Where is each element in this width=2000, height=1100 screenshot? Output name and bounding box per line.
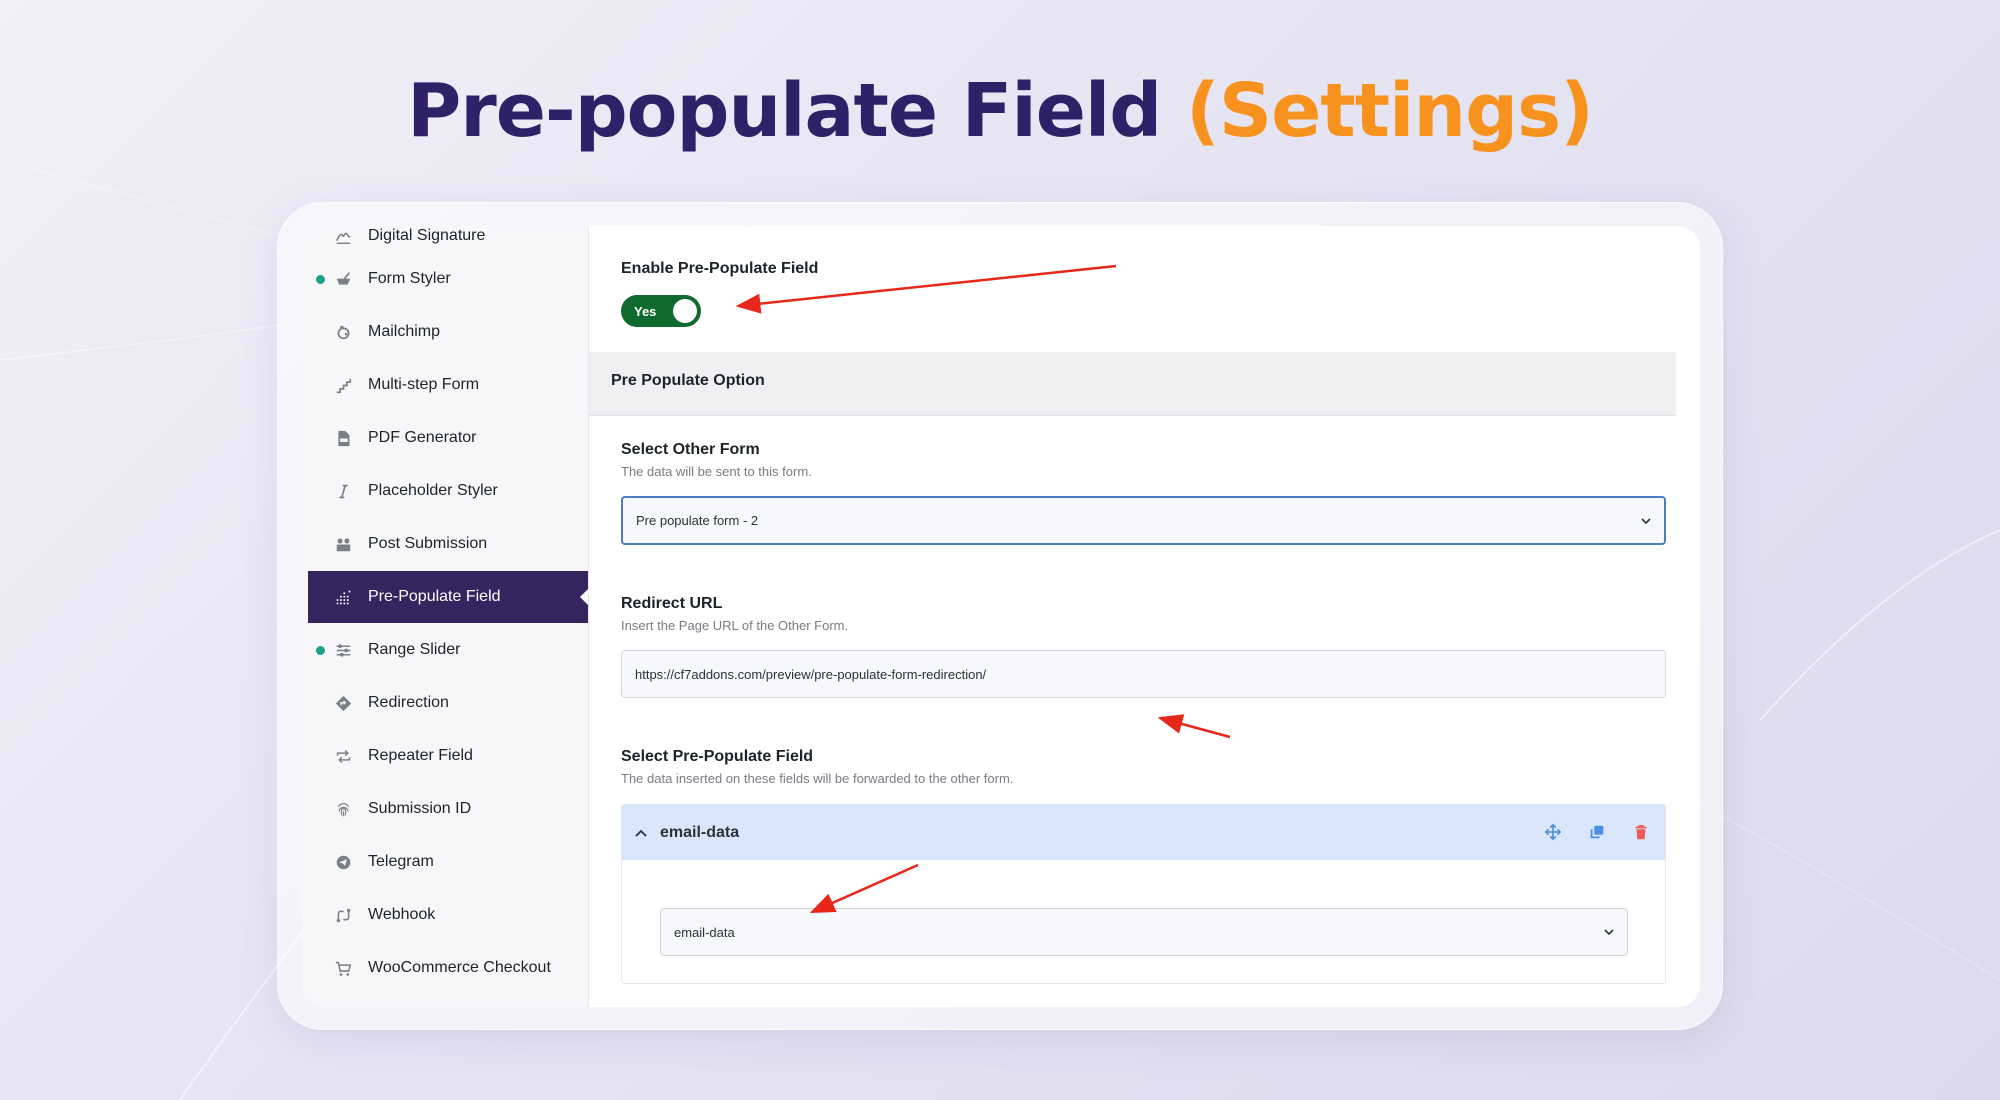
cart-icon <box>332 957 354 979</box>
fingerprint-icon <box>332 798 354 820</box>
sidebar-item-label: Form Styler <box>368 270 451 287</box>
mailchimp-icon <box>332 321 354 343</box>
sidebar-item-repeater-field[interactable]: Repeater Field <box>308 730 588 782</box>
enable-prepopulate-toggle[interactable]: Yes <box>621 295 701 327</box>
sidebar-item-label: Webhook <box>368 906 436 923</box>
section-title: Pre Populate Option <box>611 372 765 389</box>
sidebar-item-label: Post Submission <box>368 535 488 552</box>
page-title-accent: (Settings) <box>1186 68 1594 154</box>
sidebar-item-placeholder-styler[interactable]: Placeholder Styler <box>308 465 588 517</box>
sidebar-item-label: Redirection <box>368 694 449 711</box>
repeater-item-title: email-data <box>660 823 740 841</box>
settings-panel: Digital Signature Form Styler Mailchimp … <box>302 226 1700 1007</box>
brush-icon <box>332 268 354 290</box>
chevron-down-icon <box>1641 517 1651 524</box>
steps-icon <box>332 374 354 396</box>
sidebar-item-label: Pre-Populate Field <box>368 588 501 605</box>
sidebar: Digital Signature Form Styler Mailchimp … <box>302 226 589 1007</box>
page-title: Pre-populate Field (Settings) <box>0 68 2000 154</box>
sidebar-item-pre-populate-field[interactable]: Pre-Populate Field <box>308 571 588 623</box>
prepopulate-field-repeater: email-data email-data <box>621 804 1666 984</box>
sidebar-item-label: Repeater Field <box>368 747 473 764</box>
select-other-form-label: Select Other Form <box>621 441 760 458</box>
sidebar-item-label: Range Slider <box>368 641 461 658</box>
sidebar-item-mailchimp[interactable]: Mailchimp <box>308 306 588 358</box>
sidebar-item-label: WooCommerce Checkout <box>368 959 551 976</box>
main-content: Enable Pre-Populate Field Yes Pre Popula… <box>589 226 1700 1007</box>
sidebar-item-label: Telegram <box>368 853 434 870</box>
sidebar-item-label: Mailchimp <box>368 323 441 340</box>
sidebar-item-multi-step-form[interactable]: Multi-step Form <box>308 359 588 411</box>
duplicate-icon[interactable] <box>1587 822 1607 842</box>
redirect-url-input[interactable]: https://cf7addons.com/preview/pre-popula… <box>621 650 1666 698</box>
sidebar-item-redirection[interactable]: Redirection <box>308 677 588 729</box>
section-header: Pre Populate Option <box>589 352 1676 416</box>
prepopulate-field-select[interactable]: email-data <box>660 908 1628 956</box>
sidebar-item-pdf-generator[interactable]: PDF Generator <box>308 412 588 464</box>
signature-icon <box>332 226 354 247</box>
toggle-label: Yes <box>634 304 657 319</box>
italic-icon <box>332 480 354 502</box>
sidebar-item-label: PDF Generator <box>368 429 477 446</box>
sliders-icon <box>332 639 354 661</box>
pdf-icon <box>332 427 354 449</box>
move-icon[interactable] <box>1543 822 1563 842</box>
repeater-item-actions <box>1543 822 1651 842</box>
post-submission-icon <box>332 533 354 555</box>
repeat-icon <box>332 745 354 767</box>
select-prepopulate-field-label: Select Pre-Populate Field <box>621 748 814 765</box>
redirect-url-value: https://cf7addons.com/preview/pre-popula… <box>635 666 987 682</box>
sidebar-item-range-slider[interactable]: Range Slider <box>308 624 588 676</box>
sidebar-item-label: Submission ID <box>368 800 472 817</box>
prepopulate-icon <box>332 586 354 608</box>
toggle-knob <box>673 299 697 323</box>
redirect-url-label: Redirect URL <box>621 595 723 612</box>
redirect-icon <box>332 692 354 714</box>
redirect-url-description: Insert the Page URL of the Other Form. <box>621 618 849 633</box>
delete-icon[interactable] <box>1631 822 1651 842</box>
prepopulate-field-select-value: email-data <box>674 924 735 940</box>
webhook-icon <box>332 904 354 926</box>
enable-prepopulate-label: Enable Pre-Populate Field <box>621 260 819 277</box>
telegram-icon <box>332 851 354 873</box>
sidebar-item-label: Digital Signature <box>368 227 486 244</box>
select-prepopulate-field-description: The data inserted on these fields will b… <box>621 771 1014 786</box>
sidebar-item-label: Placeholder Styler <box>368 482 498 499</box>
sidebar-item-woocommerce-checkout[interactable]: WooCommerce Checkout <box>308 942 588 994</box>
repeater-item-header[interactable]: email-data <box>622 805 1665 860</box>
status-dot <box>316 646 325 655</box>
sidebar-item-post-submission[interactable]: Post Submission <box>308 518 588 570</box>
sidebar-item-form-styler[interactable]: Form Styler <box>308 253 588 305</box>
other-form-select[interactable]: Pre populate form - 2 <box>621 496 1666 545</box>
sidebar-item-label: Multi-step Form <box>368 376 480 393</box>
chevron-up-icon[interactable] <box>634 826 648 840</box>
other-form-select-value: Pre populate form - 2 <box>636 513 759 528</box>
sidebar-item-webhook[interactable]: Webhook <box>308 889 588 941</box>
status-dot <box>316 275 325 284</box>
sidebar-item-telegram[interactable]: Telegram <box>308 836 588 888</box>
sidebar-item-submission-id[interactable]: Submission ID <box>308 783 588 835</box>
chevron-down-icon <box>1604 929 1614 936</box>
select-other-form-description: The data will be sent to this form. <box>621 464 812 479</box>
page-title-main: Pre-populate Field <box>407 68 1162 154</box>
